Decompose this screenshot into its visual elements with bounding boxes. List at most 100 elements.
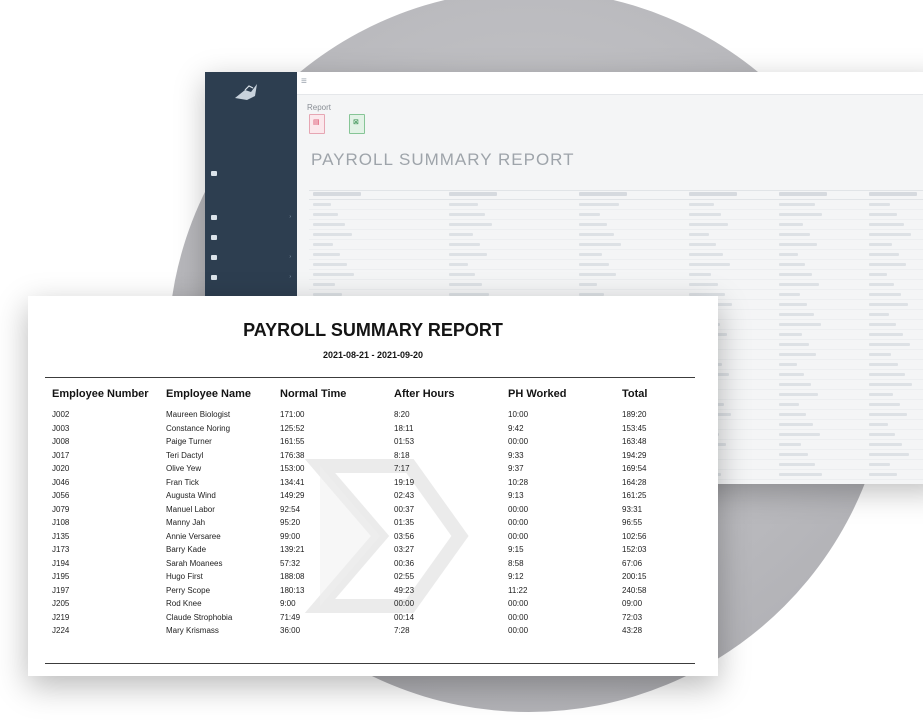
table-cell: J197 xyxy=(52,585,70,595)
table-cell: 153:00 xyxy=(280,464,305,473)
table-cell: 152:03 xyxy=(622,545,647,554)
table-cell: Augusta Wind xyxy=(166,491,216,500)
table-cell: J195 xyxy=(52,572,70,581)
grid-row xyxy=(309,250,923,260)
chevron-right-icon: › xyxy=(289,214,291,220)
table-cell: J046 xyxy=(52,477,70,487)
table-cell: 67:06 xyxy=(622,558,643,568)
table-cell: Maureen Biologist xyxy=(166,410,231,419)
table-header-row: Employee Number Employee Name Normal Tim… xyxy=(52,388,692,410)
table-row: J002 Maureen Biologist 171:00 8:20 10:00 189:… xyxy=(52,410,692,424)
sidebar-item[interactable] xyxy=(211,232,291,242)
column-header: After Hours xyxy=(394,388,455,400)
table-cell: Hugo First xyxy=(166,572,203,581)
sidebar-item[interactable]: › xyxy=(211,252,291,262)
table-cell: 153:45 xyxy=(622,423,647,433)
table-cell: 02:43 xyxy=(394,491,415,500)
table-cell: Constance Noring xyxy=(166,423,231,433)
column-header: Normal Time xyxy=(280,388,347,400)
table-cell: J219 xyxy=(52,612,70,622)
table-cell: 92:54 xyxy=(280,504,301,514)
table-cell: 188:08 xyxy=(280,572,305,581)
table-cell: J173 xyxy=(52,545,70,554)
sidebar-item[interactable] xyxy=(211,168,291,178)
table-cell: 02:55 xyxy=(394,572,415,581)
table-cell: 96:55 xyxy=(622,518,643,527)
table-row: J194 Sarah Moanees 57:32 00:36 8:58 67:06 xyxy=(52,559,692,573)
payroll-table: Employee Number Employee Name Normal Tim… xyxy=(52,388,692,640)
table-cell: J108 xyxy=(52,518,70,527)
table-cell: 169:54 xyxy=(622,464,647,473)
table-row: J219 Claude Strophobia 71:49 00:14 00:00 72:0… xyxy=(52,613,692,627)
menu-item-icon xyxy=(211,214,217,220)
table-cell: 200:15 xyxy=(622,572,647,581)
table-cell: 102:56 xyxy=(622,531,647,541)
table-row: J224 Mary Krismass 36:00 7:28 00:00 43:28 xyxy=(52,626,692,640)
table-cell: 00:00 xyxy=(508,626,529,635)
table-row: J020 Olive Yew 153:00 7:17 9:37 169:54 xyxy=(52,464,692,478)
table-cell: 49:23 xyxy=(394,585,415,595)
table-cell: J224 xyxy=(52,626,70,635)
table-cell: J056 xyxy=(52,491,70,500)
table-cell: 7:17 xyxy=(394,464,410,473)
table-row: J108 Manny Jah 95:20 01:35 00:00 96:55 xyxy=(52,518,692,532)
table-cell: 36:00 xyxy=(280,626,301,635)
table-cell: 00:00 xyxy=(508,518,529,527)
table-cell: 10:28 xyxy=(508,477,529,487)
table-cell: 9:15 xyxy=(508,545,524,554)
column-header: Employee Name xyxy=(166,388,251,400)
table-cell: 240:58 xyxy=(622,585,647,595)
table-cell: 164:28 xyxy=(622,477,647,487)
hamburger-icon[interactable]: ≡ xyxy=(301,77,307,87)
table-cell: Mary Krismass xyxy=(166,626,219,635)
table-cell: Teri Dactyl xyxy=(166,450,204,460)
grid-row xyxy=(309,210,923,220)
table-cell: 8:20 xyxy=(394,410,410,419)
table-cell: 93:31 xyxy=(622,504,643,514)
menu-item-icon xyxy=(211,254,217,260)
table-cell: Sarah Moanees xyxy=(166,558,223,568)
table-row: J008 Paige Turner 161:55 01:53 00:00 163:48 xyxy=(52,437,692,451)
table-cell: Annie Versaree xyxy=(166,531,221,541)
table-cell: J008 xyxy=(52,437,70,446)
table-cell: 10:00 xyxy=(508,410,529,419)
table-cell: 7:28 xyxy=(394,626,410,635)
table-cell: 95:20 xyxy=(280,518,301,527)
sidebar-item[interactable]: › xyxy=(211,212,291,222)
table-cell: J135 xyxy=(52,531,70,541)
table-cell: 00:37 xyxy=(394,504,415,514)
excel-file-icon[interactable]: ⊠ xyxy=(349,114,365,134)
table-cell: 11:22 xyxy=(508,585,528,595)
grid-row xyxy=(309,260,923,270)
table-cell: 9:42 xyxy=(508,423,524,433)
table-cell: 8:58 xyxy=(508,558,524,568)
table-cell: 18:11 xyxy=(394,423,414,433)
table-cell: Perry Scope xyxy=(166,585,211,595)
divider xyxy=(45,663,695,664)
table-cell: 134:41 xyxy=(280,477,305,487)
home-icon xyxy=(211,170,217,176)
table-cell: 72:03 xyxy=(622,612,643,622)
grid-row xyxy=(309,200,923,210)
app-logo-icon xyxy=(235,84,257,100)
table-row: J135 Annie Versaree 99:00 03:56 00:00 102:56 xyxy=(52,532,692,546)
grid-row xyxy=(309,240,923,250)
column-header: PH Worked xyxy=(508,388,567,400)
table-body: J002 Maureen Biologist 171:00 8:20 10:00 189:… xyxy=(52,410,692,640)
table-cell: 00:00 xyxy=(394,599,415,608)
sidebar-item[interactable]: › xyxy=(211,272,291,282)
table-cell: 00:00 xyxy=(508,599,529,608)
table-cell: 00:00 xyxy=(508,504,529,514)
table-cell: 9:12 xyxy=(508,572,524,581)
grid-row xyxy=(309,220,923,230)
pdf-file-icon[interactable]: ▤ xyxy=(309,114,325,134)
chevron-right-icon: › xyxy=(289,254,291,260)
table-cell: 163:48 xyxy=(622,437,647,446)
table-cell: 00:00 xyxy=(508,437,529,446)
table-cell: 01:53 xyxy=(394,437,415,446)
top-bar: ≡ xyxy=(297,72,923,95)
table-cell: 00:36 xyxy=(394,558,415,568)
table-row: J079 Manuel Labor 92:54 00:37 00:00 93:31 xyxy=(52,505,692,519)
table-row: J173 Barry Kade 139:21 03:27 9:15 152:03 xyxy=(52,545,692,559)
report-title: PAYROLL SUMMARY REPORT xyxy=(243,320,503,340)
